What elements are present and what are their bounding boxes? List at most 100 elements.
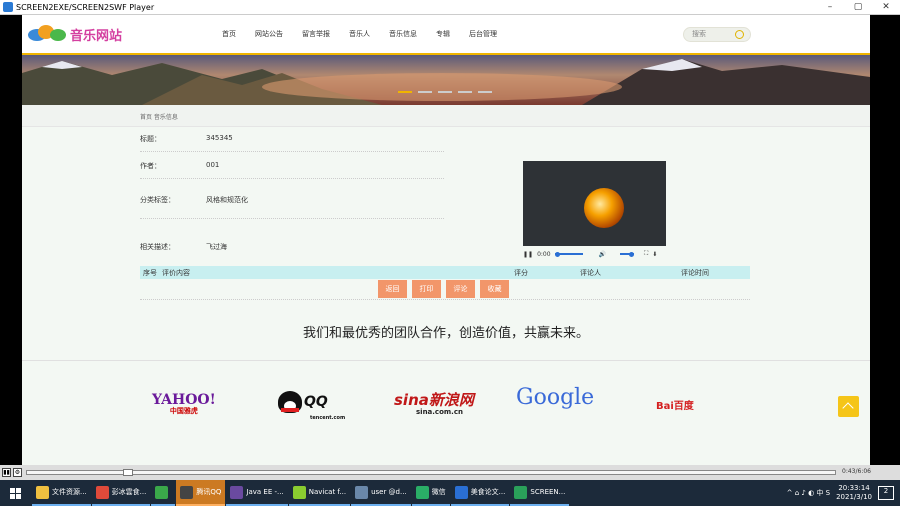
taskbar-item[interactable]: 微信 (411, 480, 450, 506)
menu-musician[interactable]: 音乐人 (349, 29, 370, 39)
site-header: 音乐网站 首页 网站公告 留言举报 音乐人 音乐信息 专辑 后台管理 搜索 (22, 15, 870, 55)
app-icon (36, 485, 49, 499)
col-score: 评分 (514, 269, 528, 277)
banner-dot[interactable] (458, 91, 472, 93)
qq-letters: QQ (304, 394, 328, 410)
taskbar-item[interactable]: user @d... (351, 480, 411, 506)
taskbar-item-label: SCREEN... (530, 488, 566, 496)
taskbar-item[interactable]: 彭冰雲食... (91, 480, 151, 506)
video-controls: ❚❚ 0:00 🔊 ⛶ ⬇ (523, 248, 666, 260)
pause-icon[interactable]: ❚❚ (523, 251, 533, 258)
taskbar-item[interactable]: 文件资源... (32, 480, 91, 506)
mountain-illustration (22, 59, 870, 105)
clock-date: 2021/3/10 (836, 493, 872, 501)
banner-dot[interactable] (478, 91, 492, 93)
volume-bar[interactable] (620, 251, 635, 257)
site-logo[interactable]: 音乐网站 (28, 23, 122, 45)
google-text: Google (516, 385, 595, 410)
print-button[interactable]: 打印 (412, 280, 441, 298)
comment-button[interactable]: 评论 (446, 280, 475, 298)
system-clock[interactable]: 20:33:14 2021/3/10 (836, 484, 872, 502)
menu-home[interactable]: 首页 (222, 29, 236, 39)
minimize-button[interactable]: – (816, 2, 844, 12)
banner-dot[interactable] (418, 91, 432, 93)
field-row-description: 相关描述： 飞过海 (140, 219, 444, 265)
col-index: 序号 (143, 269, 157, 277)
notification-icon[interactable]: 2 (878, 486, 894, 500)
col-reviewer: 评论人 (580, 269, 601, 277)
field-row-category: 分类标签： 风格和规范化 (140, 179, 444, 219)
tray-icons[interactable]: ^ ⌂ ♪ ◐ 中 S (787, 488, 830, 498)
maximize-button[interactable]: ▢ (844, 2, 872, 12)
field-label: 标题： (140, 135, 161, 143)
field-row-title: 标题： 345345 (140, 127, 444, 152)
volume-knob[interactable] (628, 251, 634, 257)
video-progress-bar[interactable] (554, 251, 583, 257)
clock-time: 20:33:14 (838, 484, 870, 492)
baidu-text: Bai百度 (656, 401, 694, 412)
menu-album[interactable]: 专辑 (436, 29, 450, 39)
taskbar-item-label: user @d... (371, 488, 407, 496)
app-icon (155, 485, 169, 499)
search-input[interactable]: 搜索 (683, 27, 751, 42)
download-icon[interactable]: ⬇ (652, 251, 657, 258)
main-menu: 首页 网站公告 留言举报 音乐人 音乐信息 专辑 后台管理 (222, 29, 516, 39)
menu-notice[interactable]: 网站公告 (255, 29, 283, 39)
taskbar-apps: 文件资源... 彭冰雲食... 腾讯QQ Java EE -... Navicat f.… (32, 480, 570, 506)
system-tray: ^ ⌂ ♪ ◐ 中 S 20:33:14 2021/3/10 2 (787, 484, 900, 502)
playback-knob[interactable] (123, 469, 133, 476)
yahoo-logo[interactable]: YAHOO! 中国雅虎 (152, 392, 216, 416)
playback-track[interactable] (26, 469, 836, 476)
back-button[interactable]: 返回 (378, 280, 407, 298)
menu-message[interactable]: 留言举报 (302, 29, 330, 39)
music-logo-icon (28, 23, 68, 45)
action-buttons: 返回 打印 评论 收藏 (378, 280, 514, 298)
baidu-logo[interactable]: Bai百度 (656, 397, 694, 412)
taskbar-item[interactable]: Java EE -... (226, 480, 288, 506)
menu-admin[interactable]: 后台管理 (469, 29, 497, 39)
video-player[interactable] (523, 161, 666, 246)
tencent-text: tencent.com (310, 415, 346, 421)
banner-image (22, 55, 870, 105)
banner-dot[interactable] (398, 91, 412, 93)
taskbar-item[interactable] (151, 480, 176, 506)
playback-time: 0:43/6:06 (842, 468, 871, 475)
taskbar-item-label: 腾讯QQ (196, 488, 222, 496)
close-button[interactable]: ✕ (872, 2, 900, 12)
left-margin (0, 15, 22, 465)
taskbar-item[interactable]: 美食论文... (450, 480, 510, 506)
google-logo[interactable]: Google (516, 385, 594, 410)
windows-start-icon[interactable] (0, 480, 32, 506)
penguin-icon (278, 391, 302, 413)
sina-text: sina新浪网 (394, 391, 474, 409)
taskbar-item-label: 文件资源... (52, 488, 87, 496)
window-titlebar: SCREEN2EXE/SCREEN2SWF Player – ▢ ✕ (0, 0, 900, 15)
taskbar-item[interactable]: 腾讯QQ (176, 480, 226, 506)
favorite-button[interactable]: 收藏 (480, 280, 509, 298)
app-icon (180, 485, 194, 499)
pause-icon[interactable]: ▮▮ (2, 468, 11, 477)
taskbar-item[interactable]: SCREEN... (510, 480, 570, 506)
sina-logo[interactable]: sina新浪网 sina.com.cn (394, 389, 474, 416)
app-icon (415, 485, 429, 499)
field-label: 分类标签： (140, 196, 175, 204)
taskbar-item-label: 彭冰雲食... (111, 488, 147, 496)
volume-icon[interactable]: 🔊 (599, 251, 606, 258)
comment-table-header: 序号 评价内容 评分 评论人 评论时间 (140, 266, 750, 279)
search-icon[interactable] (735, 30, 744, 39)
menu-music-info[interactable]: 音乐信息 (389, 29, 417, 39)
back-to-top-button[interactable] (838, 396, 859, 417)
col-content: 评价内容 (162, 269, 190, 277)
settings-icon[interactable]: ⚙ (13, 468, 22, 477)
field-label: 作者： (140, 162, 161, 170)
banner-dot[interactable] (438, 91, 452, 93)
breadcrumb: 首页 音乐信息 (22, 105, 870, 127)
app-icon (230, 485, 244, 499)
taskbar-item[interactable]: Navicat f... (288, 480, 351, 506)
progress-knob[interactable] (554, 251, 560, 257)
divider (140, 299, 750, 300)
app-icon (292, 485, 306, 499)
fullscreen-icon[interactable]: ⛶ (644, 250, 648, 258)
qq-logo[interactable]: QQ tencent.com (278, 391, 345, 421)
field-row-author: 作者： 001 (140, 152, 444, 179)
